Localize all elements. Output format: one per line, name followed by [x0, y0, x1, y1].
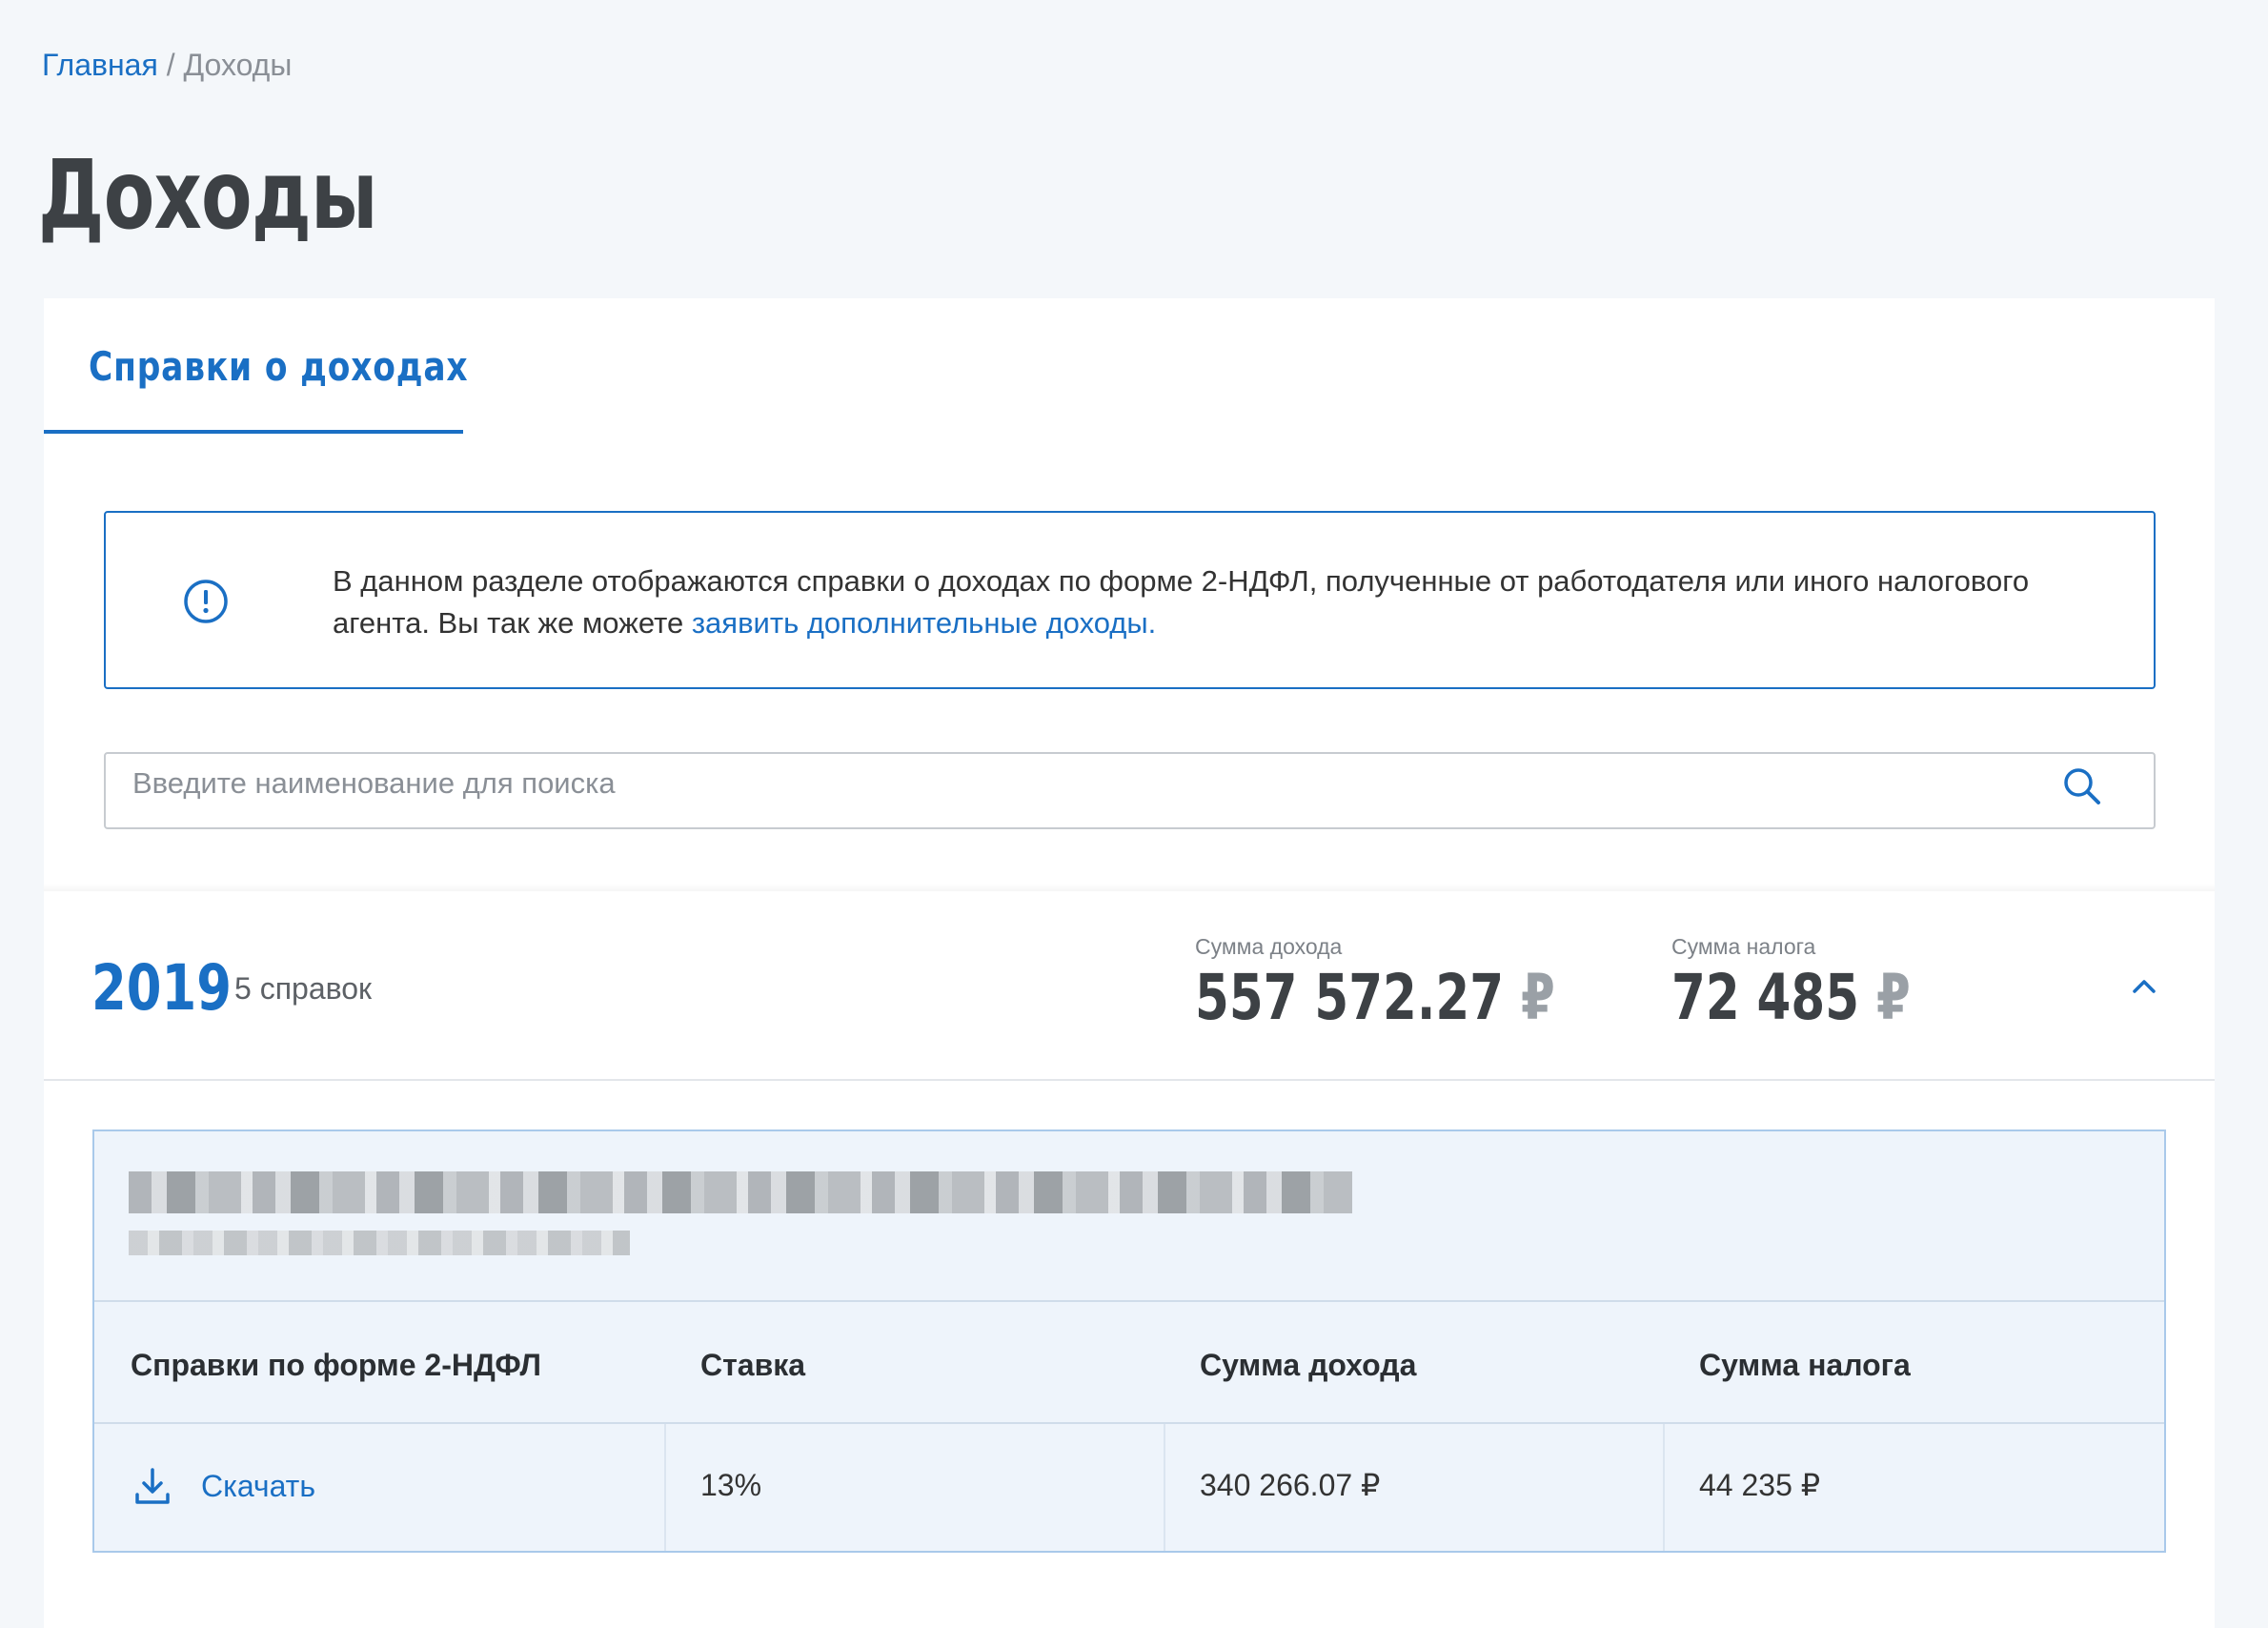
ruble-sign: ₽ — [1520, 961, 1555, 1034]
employer-block: Справки по форме 2-НДФЛ Ставка Сумма дох… — [92, 1129, 2166, 1553]
column-divider — [664, 1424, 666, 1551]
column-divider — [1164, 1424, 1165, 1551]
breadcrumb-separator: / — [166, 48, 175, 82]
income-sum-block: Сумма дохода 557 572.27 ₽ — [1195, 933, 1656, 1034]
employer-inn-redacted — [129, 1231, 630, 1255]
search-input[interactable] — [132, 760, 2076, 807]
income-sum-label: Сумма дохода — [1195, 934, 1343, 959]
breadcrumb: Главная / Доходы — [42, 46, 292, 84]
income-cell: 340 266.07 ₽ — [1200, 1468, 1381, 1502]
tax-cell: 44 235 ₽ — [1699, 1468, 1821, 1502]
tax-sum-value: 72 485 ₽ — [1671, 962, 1911, 1034]
ruble-sign: ₽ — [1875, 961, 1911, 1034]
income-card: Справки о доходах В данном разделе отобр… — [44, 298, 2215, 1628]
download-label: Скачать — [201, 1469, 315, 1503]
year-label: 2019 — [91, 951, 232, 1025]
notice-text: В данном разделе отображаются справки о … — [333, 560, 2124, 644]
info-notice: В данном разделе отображаются справки о … — [104, 511, 2156, 689]
download-button[interactable]: Скачать — [132, 1462, 315, 1510]
tax-sum-block: Сумма налога 72 485 ₽ — [1671, 933, 1978, 1034]
tax-sum-amount: 72 485 — [1671, 961, 1860, 1034]
year-group-header[interactable]: 2019 5 справок Сумма дохода 557 572.27 ₽… — [44, 891, 2215, 1081]
chevron-up-icon[interactable] — [2125, 967, 2163, 1006]
tab-label: Справки о доходах — [89, 343, 469, 390]
breadcrumb-current: Доходы — [183, 48, 293, 82]
header-tax: Сумма налога — [1699, 1348, 1911, 1382]
search-icon[interactable] — [2059, 763, 2105, 809]
column-divider — [1663, 1424, 1665, 1551]
header-certificate: Справки по форме 2-НДФЛ — [131, 1348, 541, 1382]
year-group-shadow — [44, 884, 2215, 891]
search-box — [104, 752, 2156, 829]
certificates-table: Справки по форме 2-НДФЛ Ставка Сумма дох… — [94, 1300, 2164, 1551]
header-rate: Ставка — [700, 1348, 806, 1382]
table-header-row: Справки по форме 2-НДФЛ Ставка Сумма дох… — [94, 1300, 2164, 1424]
breadcrumb-home-link[interactable]: Главная — [42, 48, 158, 82]
header-income: Сумма дохода — [1200, 1348, 1417, 1382]
income-sum-value: 557 572.27 ₽ — [1195, 962, 1555, 1034]
employer-name-redacted — [129, 1171, 1352, 1213]
declare-additional-income-link[interactable]: заявить дополнительные доходы. — [692, 606, 1156, 640]
certificate-count: 5 справок — [234, 971, 373, 1006]
page: Главная / Доходы Доходы Справки о дохода… — [0, 0, 2268, 1628]
table-row: Скачать 13% 340 266.07 ₽ 44 235 ₽ — [94, 1424, 2164, 1551]
tab-income-certificates[interactable]: Справки о доходах — [44, 298, 468, 434]
exclamation-circle-icon — [184, 580, 228, 623]
income-sum-amount: 557 572.27 — [1195, 961, 1505, 1034]
download-icon — [135, 1468, 170, 1504]
tab-bar: Справки о доходах — [44, 298, 2215, 434]
notice-body: В данном разделе отображаются справки о … — [333, 564, 2030, 640]
page-title: Доходы — [38, 139, 378, 251]
tax-sum-label: Сумма налога — [1671, 934, 1816, 959]
year-group: 2019 5 справок Сумма дохода 557 572.27 ₽… — [44, 884, 2215, 1628]
rate-cell: 13% — [700, 1468, 762, 1502]
